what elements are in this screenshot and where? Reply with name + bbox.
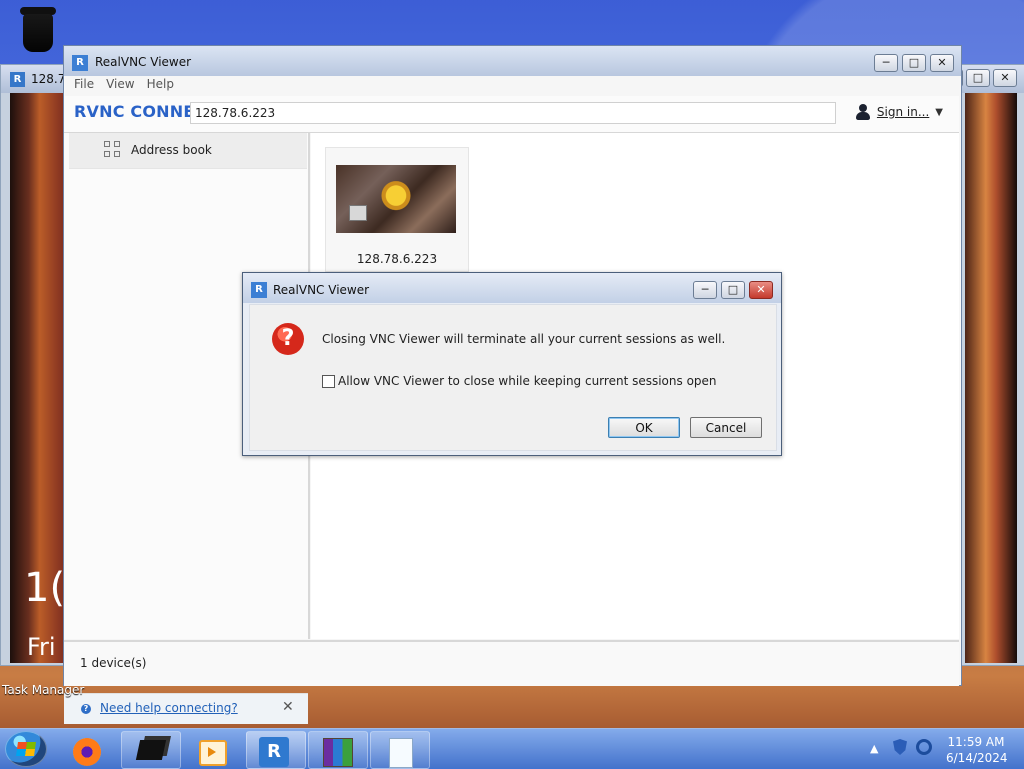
media-player-taskbar-button[interactable] bbox=[184, 731, 244, 769]
status-bar: 1 device(s) bbox=[64, 640, 959, 686]
trash-icon[interactable] bbox=[18, 7, 58, 53]
cancel-button[interactable]: Cancel bbox=[690, 417, 762, 438]
winrar-icon bbox=[323, 738, 353, 767]
menu-view[interactable]: View bbox=[106, 77, 134, 95]
windows-logo-icon bbox=[16, 742, 36, 756]
dialog-controls: ─ □ ✕ bbox=[693, 281, 773, 299]
taskbar-clock[interactable]: 11:59 AM 6/14/2024 bbox=[946, 734, 1008, 766]
start-button[interactable] bbox=[5, 731, 47, 767]
background-window-maximize-button[interactable]: □ bbox=[966, 69, 990, 87]
realvnc-taskbar-button[interactable]: R bbox=[246, 731, 306, 769]
address-book-icon-cell-2 bbox=[114, 141, 120, 147]
trash-body bbox=[23, 14, 53, 52]
shield-icon[interactable] bbox=[893, 739, 907, 755]
device-thumbnail bbox=[336, 165, 456, 233]
ok-button[interactable]: OK bbox=[608, 417, 680, 438]
sidebar-item-label: Address book bbox=[131, 143, 212, 157]
dialog-body: ? Closing VNC Viewer will terminate all … bbox=[249, 304, 777, 451]
media-player-icon bbox=[199, 740, 227, 766]
clock-time: 11:59 AM bbox=[947, 735, 1005, 749]
close-confirmation-dialog: R RealVNC Viewer ─ □ ✕ ? Closing VNC Vie… bbox=[242, 272, 782, 456]
background-window-close-button[interactable]: ✕ bbox=[993, 69, 1017, 87]
document-taskbar-button[interactable] bbox=[370, 731, 430, 769]
top-toolbar: RVNC CONNECT Sign in... ▼ bbox=[64, 96, 959, 133]
address-input[interactable] bbox=[190, 102, 836, 124]
device-count: 1 device(s) bbox=[80, 656, 147, 670]
menu-help[interactable]: Help bbox=[147, 77, 174, 95]
realvnc-icon: R bbox=[72, 55, 88, 71]
dialog-app-icon: R bbox=[251, 282, 267, 298]
dialog-maximize-button[interactable]: □ bbox=[721, 281, 745, 299]
menu-file[interactable]: File bbox=[74, 77, 94, 95]
main-window-title: RealVNC Viewer bbox=[95, 55, 192, 69]
help-bar: ? Need help connecting? ✕ bbox=[64, 693, 308, 724]
user-icon bbox=[855, 104, 871, 120]
address-book-icon-cell-4 bbox=[114, 151, 120, 157]
firefox-icon bbox=[73, 738, 101, 766]
main-window-close-button[interactable]: ✕ bbox=[930, 54, 954, 72]
winrar-taskbar-button[interactable] bbox=[308, 731, 368, 769]
task-manager-label: Task Manager bbox=[2, 683, 85, 697]
taskbar: R ▲ 11:59 AM 6/14/2024 bbox=[0, 728, 1024, 769]
main-window-minimize-button[interactable]: ─ bbox=[874, 54, 898, 72]
device-card[interactable]: 128.78.6.223 bbox=[325, 147, 469, 272]
dialog-close-button[interactable]: ✕ bbox=[749, 281, 773, 299]
main-window-controls: ─ □ ✕ bbox=[874, 54, 954, 72]
sidebar-item-address-book[interactable]: Address book bbox=[69, 133, 307, 169]
background-clock-fragment: 1( bbox=[24, 565, 66, 611]
help-icon: ? bbox=[81, 704, 91, 714]
background-window-right-art bbox=[965, 93, 1017, 663]
keep-sessions-checkbox[interactable] bbox=[322, 375, 335, 388]
main-window-maximize-button[interactable]: □ bbox=[902, 54, 926, 72]
chevron-down-icon: ▼ bbox=[935, 106, 943, 118]
main-window-titlebar: R RealVNC Viewer ─ □ ✕ bbox=[64, 46, 961, 76]
keep-sessions-label[interactable]: Allow VNC Viewer to close while keeping … bbox=[338, 374, 717, 388]
menu-bar: File View Help bbox=[74, 77, 174, 95]
box-icon bbox=[135, 740, 167, 760]
dialog-minimize-button[interactable]: ─ bbox=[693, 281, 717, 299]
box-taskbar-button[interactable] bbox=[121, 731, 181, 769]
dialog-message: Closing VNC Viewer will terminate all yo… bbox=[322, 332, 726, 346]
help-link[interactable]: Need help connecting? bbox=[100, 701, 238, 715]
address-book-icon-cell-1 bbox=[104, 141, 110, 147]
clock-date: 6/14/2024 bbox=[946, 751, 1008, 765]
background-day-fragment: Fri bbox=[27, 633, 56, 661]
dialog-title: RealVNC Viewer bbox=[273, 283, 370, 297]
address-book-icon-cell-3 bbox=[104, 151, 110, 157]
sign-in-label: Sign in... bbox=[876, 105, 930, 119]
document-icon bbox=[389, 738, 413, 768]
sign-in-button[interactable]: Sign in... ▼ bbox=[855, 104, 943, 120]
tray-up-icon[interactable]: ▲ bbox=[870, 742, 878, 755]
dialog-titlebar: R RealVNC Viewer ─ □ ✕ bbox=[243, 273, 781, 303]
realvnc-taskbar-icon: R bbox=[259, 737, 289, 767]
close-help-icon[interactable]: ✕ bbox=[282, 699, 294, 715]
background-window-app-icon: R bbox=[10, 72, 25, 87]
address-book-icon bbox=[104, 141, 122, 159]
device-name: 128.78.6.223 bbox=[356, 252, 438, 266]
question-icon: ? bbox=[272, 323, 304, 355]
firefox-taskbar-button[interactable] bbox=[58, 731, 118, 769]
network-icon[interactable] bbox=[916, 739, 932, 755]
thumbnail-mini-window bbox=[349, 205, 367, 221]
